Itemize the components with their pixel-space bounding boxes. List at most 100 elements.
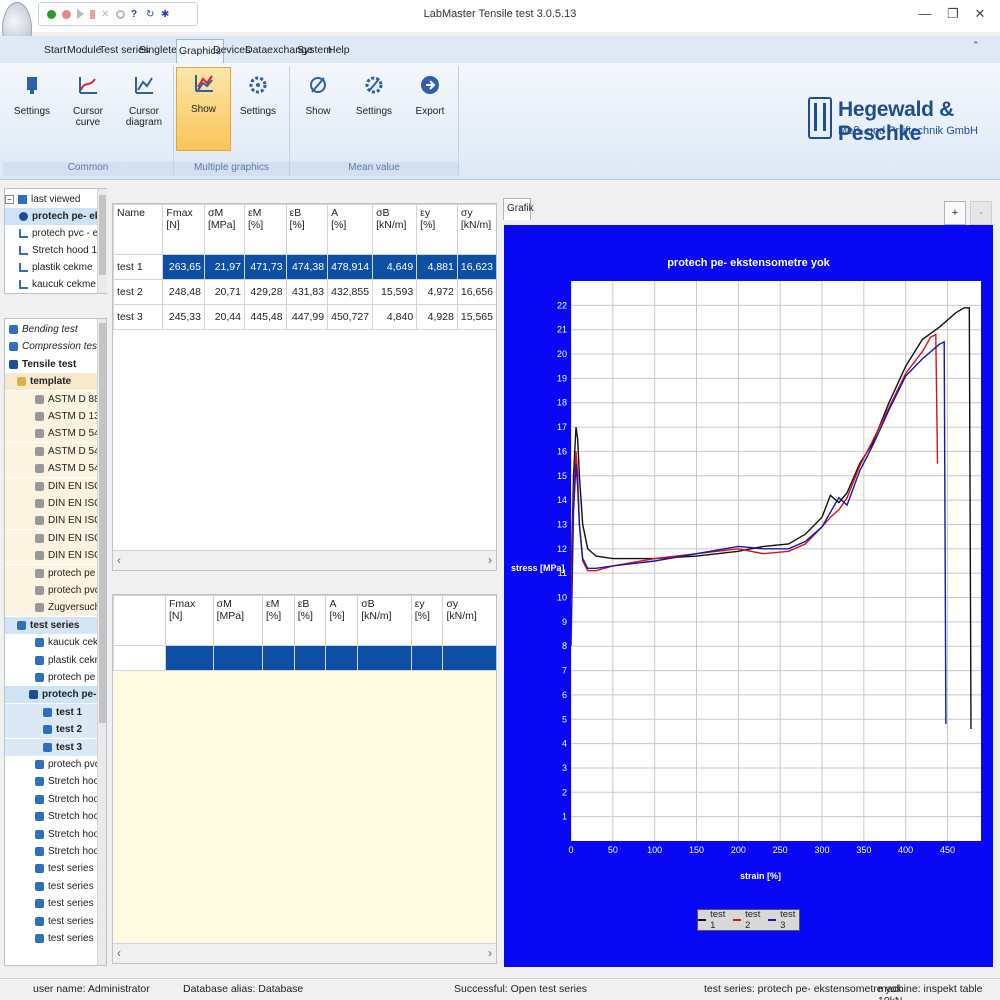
tree-item[interactable]: test series 9 — [5, 860, 97, 877]
table-cell[interactable]: 4,649 — [372, 254, 418, 280]
tree-item[interactable]: Stretch hood 10 — [5, 843, 97, 860]
column-header[interactable]: σB [kN/m] — [372, 204, 418, 255]
table-cell[interactable]: 431,83 — [285, 279, 329, 305]
tree-item[interactable]: DIN EN ISO 34 — [5, 477, 97, 495]
tree-item[interactable]: test 1 — [5, 703, 97, 721]
tree-item[interactable]: DIN EN ISO 689 — [5, 529, 97, 547]
tree-item[interactable]: ASTM D 5459 - — [5, 442, 97, 460]
recent-item[interactable]: protech pe- ekstensometre yok — [5, 208, 98, 225]
tree-item[interactable]: DIN EN ISO 37 — [5, 495, 97, 512]
table-cell[interactable]: 263,65 — [162, 254, 205, 280]
minimize-button[interactable]: — — [915, 6, 935, 24]
table-cell[interactable]: 450,727 — [327, 304, 374, 330]
column-header[interactable]: σy [kN/m] — [442, 595, 496, 646]
table-row[interactable]: test 2 248,48 20,71 429,28 431,83 432,855 15,5… — [113, 279, 496, 305]
tree-item[interactable]: ASTM D 1306-9 — [5, 408, 97, 425]
column-header[interactable]: A [%] — [327, 204, 374, 255]
table-cell[interactable] — [261, 645, 295, 671]
column-header[interactable]: εy [%] — [416, 204, 458, 255]
close-button[interactable]: ✕ — [970, 6, 990, 24]
settings-multiple-button[interactable]: Settings — [236, 70, 280, 150]
table-cell[interactable]: 248,48 — [162, 279, 205, 305]
table-cell[interactable]: 432,855 — [327, 279, 374, 305]
table-row[interactable] — [113, 645, 496, 671]
statistics-hscrollbar[interactable]: ‹ › — [113, 943, 496, 963]
tree-item[interactable]: ASTM D 5459 - — [5, 460, 97, 478]
recent-item[interactable]: protech pvc - ekstensometre — [5, 225, 98, 242]
settings-icon[interactable]: ✱ — [161, 9, 170, 19]
tree-item[interactable]: protech pe — [5, 564, 97, 582]
column-header[interactable]: εM [%] — [243, 204, 287, 255]
table-cell[interactable]: 4,972 — [416, 279, 458, 305]
show-mean-button[interactable]: Show — [298, 70, 338, 150]
table-cell[interactable] — [325, 645, 359, 671]
table-cell[interactable]: 429,28 — [243, 279, 287, 305]
tab-grafik[interactable]: Grafik — [503, 198, 534, 220]
table-cell[interactable]: 16,656 — [456, 279, 496, 305]
play-icon[interactable] — [77, 9, 84, 19]
tree-item[interactable]: ASTM D 5459 — [5, 425, 97, 443]
tree-item[interactable]: test series 25 — [5, 878, 97, 895]
table-cell[interactable] — [293, 645, 327, 671]
column-header[interactable]: εB [%] — [293, 595, 327, 646]
table-cell[interactable]: 16,623 — [456, 254, 496, 280]
tree-item[interactable]: protech pe- ekstensometre yok — [5, 686, 97, 704]
table-cell[interactable]: 471,73 — [243, 254, 287, 280]
table-cell[interactable]: 4,881 — [416, 254, 458, 280]
column-header[interactable]: εB [%] — [285, 204, 329, 255]
column-header[interactable]: σM [MPa] — [203, 204, 245, 255]
maximize-button[interactable]: ❐ — [943, 6, 963, 24]
tree-item[interactable]: test series — [5, 616, 97, 634]
table-cell[interactable]: 478,914 — [327, 254, 374, 280]
pause-icon[interactable] — [90, 9, 95, 19]
settings-mean-button[interactable]: Settings — [352, 70, 396, 150]
menu-system[interactable]: System — [297, 44, 332, 56]
start-icon[interactable] — [47, 9, 56, 19]
table-cell[interactable]: 15,593 — [372, 279, 418, 305]
tree-item[interactable]: DIN EN ISO 527 — [5, 512, 97, 530]
menu-module[interactable]: Module — [67, 44, 101, 56]
column-header[interactable]: εy [%] — [410, 595, 444, 646]
recent-item[interactable]: Stretch hood 100( — [5, 242, 98, 259]
tree-item[interactable]: Stretch hood 10 — [5, 791, 97, 808]
tree-item[interactable]: ASTM D 882-10 — [5, 390, 97, 408]
table-row[interactable]: test 1 263,65 21,97 471,73 474,38 478,914 4,64… — [113, 254, 496, 280]
tree-item[interactable]: test 3 — [5, 738, 97, 756]
table-cell[interactable]: 447,99 — [285, 304, 329, 330]
tree-item[interactable]: Stretch hood 10 — [5, 808, 97, 825]
tree-item[interactable]: Bending test — [5, 321, 97, 338]
cursor-curve-button[interactable]: Cursor curve — [62, 70, 114, 150]
tree-item[interactable]: test series 28 — [5, 930, 97, 947]
table-cell[interactable]: test 2 — [113, 279, 164, 305]
column-header[interactable]: σy [kN/m] — [456, 204, 496, 255]
column-header[interactable]: σB [kN/m] — [357, 595, 412, 646]
tree-item[interactable]: Compression test — [5, 338, 97, 355]
table-cell[interactable]: 21,97 — [203, 254, 245, 280]
table-cell[interactable] — [212, 645, 263, 671]
tree-item[interactable]: Tensile test — [5, 356, 97, 373]
help-icon[interactable]: ? — [131, 9, 140, 19]
tree-item[interactable]: Zugversuch — [5, 599, 97, 617]
reset-icon[interactable] — [116, 9, 125, 19]
recent-root[interactable]: − last viewed — [5, 191, 105, 208]
tree-item[interactable]: test series 27 — [5, 913, 97, 930]
plot-area[interactable] — [570, 281, 981, 841]
settings-button[interactable]: Settings — [10, 70, 54, 150]
table-cell[interactable]: 474,38 — [285, 254, 329, 280]
table-cell[interactable]: 445,48 — [243, 304, 287, 330]
show-multiple-button[interactable]: Show — [176, 67, 231, 151]
table-cell[interactable]: 4,928 — [416, 304, 458, 330]
recent-scrollbar[interactable] — [97, 189, 107, 293]
table-cell[interactable]: test 3 — [113, 304, 164, 330]
table-cell[interactable]: 245,33 — [162, 304, 205, 330]
zoom-out-button[interactable]: - — [970, 201, 992, 225]
graph-canvas[interactable]: protech pe- ekstensometre yok stress [MP… — [504, 225, 993, 967]
ribbon-collapse-icon[interactable]: ⌃ — [972, 40, 980, 51]
table-cell[interactable] — [410, 645, 444, 671]
table-cell[interactable]: 4,840 — [372, 304, 418, 330]
menu-help[interactable]: Help — [328, 44, 350, 56]
zoom-in-button[interactable]: + — [944, 201, 966, 225]
tree-item[interactable]: protech pe — [5, 669, 97, 686]
stop-icon[interactable] — [62, 9, 71, 19]
tree-item[interactable]: test 2 — [5, 721, 97, 739]
